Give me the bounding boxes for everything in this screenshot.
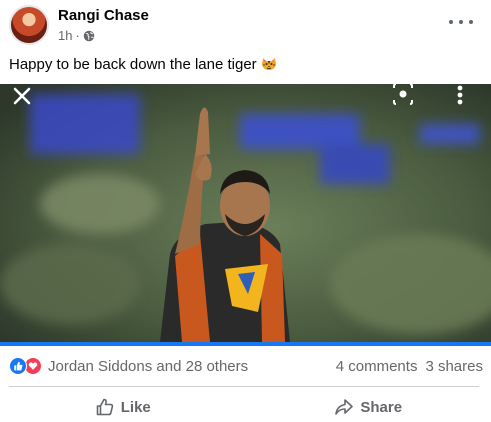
reaction-icons[interactable] [9,357,42,375]
author-name[interactable]: Rangi Chase [58,7,149,24]
comments-count[interactable]: 4 comments [336,358,418,375]
lens-icon[interactable] [386,84,420,110]
photo-divider [0,342,491,346]
meta-separator: · [75,28,80,43]
share-icon [335,399,354,415]
more-options-button[interactable] [449,12,473,32]
post-actions: Like Share [0,392,491,422]
like-label: Like [120,398,151,416]
dot-icon [459,20,463,24]
caption-text: Happy to be back down the lane tiger [9,56,257,73]
avatar[interactable] [9,5,49,45]
reactions-bar: Jordan Siddons and 28 others 4 comments … [9,356,483,376]
globe-icon [83,30,95,41]
actions-divider [9,386,479,387]
share-label: Share [360,398,403,416]
more-vertical-icon[interactable] [448,84,472,110]
engagement-counts: 4 comments 3 shares [336,358,483,375]
thumbs-up-icon [96,398,113,416]
post-caption: Happy to be back down the lane tiger [9,56,277,73]
post-time[interactable]: 1h [58,28,72,43]
like-button[interactable]: Like [0,392,246,422]
dot-icon [449,20,453,24]
photo-image [0,84,491,342]
reaction-names[interactable]: Jordan Siddons and 28 others [48,358,336,375]
close-icon[interactable] [10,84,34,108]
like-icon [9,357,27,375]
share-button[interactable]: Share [246,392,491,422]
tiger-face-icon [261,58,276,70]
post-photo[interactable] [0,84,491,342]
shares-count[interactable]: 3 shares [425,358,483,375]
dot-icon [469,20,473,24]
post-header: Rangi Chase 1h · [0,0,491,52]
post-meta: 1h · [58,28,95,43]
